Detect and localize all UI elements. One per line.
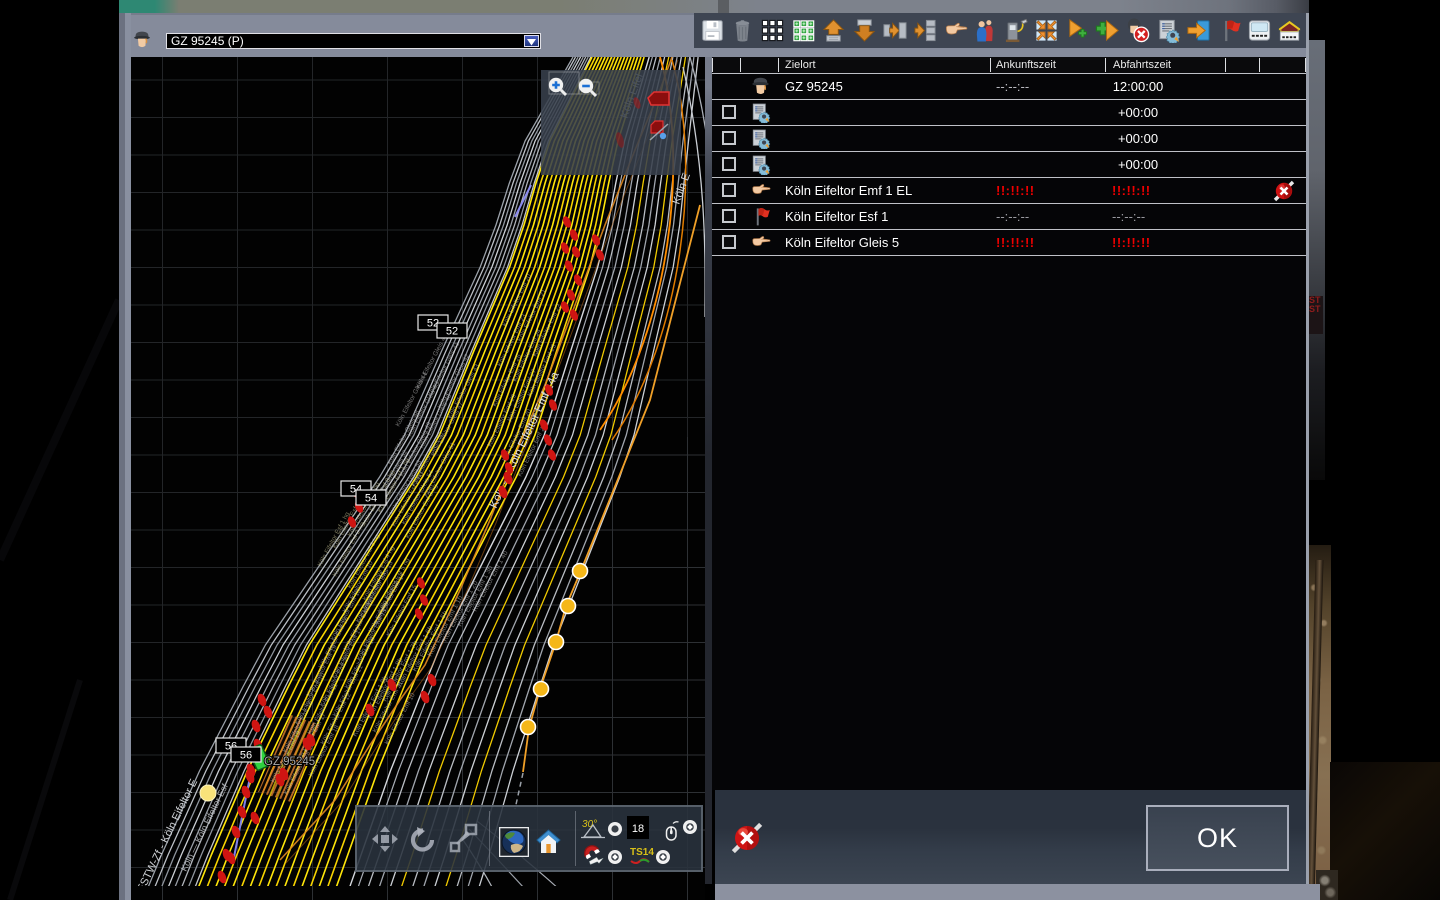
svg-text:54: 54	[365, 493, 377, 505]
svg-text:GZ 95245: GZ 95245	[264, 756, 315, 768]
svg-text:52: 52	[446, 326, 458, 338]
svg-text:18: 18	[632, 823, 644, 835]
svg-text:56: 56	[240, 750, 252, 762]
svg-text:TS14: TS14	[630, 847, 654, 858]
